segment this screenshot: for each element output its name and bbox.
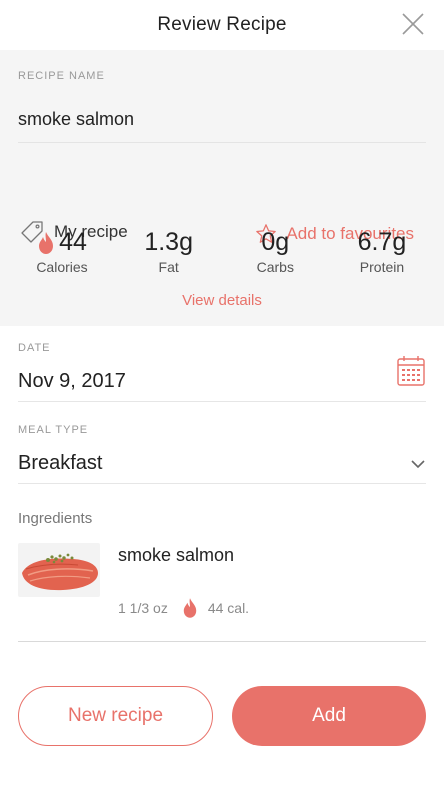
new-recipe-button[interactable]: New recipe [18, 686, 213, 746]
recipe-summary: RECIPE NAME smoke salmon My recipe Add t… [0, 50, 444, 326]
date-field[interactable]: DATE Nov 9, 2017 [18, 342, 426, 402]
ingredient-meta: 1 1/3 oz 44 cal. [118, 597, 249, 619]
meal-type-label: MEAL TYPE [18, 424, 89, 436]
carbs-caption: Carbs [256, 259, 294, 275]
recipe-name-field[interactable]: smoke salmon [18, 96, 426, 143]
divider [18, 641, 426, 642]
fat-value: 1.3g [144, 228, 193, 256]
nutrient-carbs: 0g Carbs [231, 228, 319, 275]
ingredient-name: smoke salmon [118, 545, 235, 565]
protein-caption: Protein [359, 259, 405, 275]
protein-value: 6.7g [357, 228, 407, 256]
chevron-down-icon[interactable] [410, 458, 426, 470]
carbs-value: 0g [261, 228, 290, 256]
recipe-name-value: smoke salmon [18, 108, 135, 129]
flame-icon [183, 598, 197, 618]
nutrient-calories: 44 Calories [18, 228, 106, 275]
ingredient-calories: 44 cal. [207, 600, 250, 616]
recipe-name-label: RECIPE NAME [18, 70, 105, 82]
add-button[interactable]: Add [232, 686, 426, 746]
calories-value: 44 [59, 228, 87, 256]
meal-type-value: Breakfast [18, 452, 103, 474]
ingredient-amount: 1 1/3 oz [118, 600, 168, 616]
fat-caption: Fat [158, 259, 179, 275]
salmon-image [18, 543, 100, 597]
divider [18, 401, 426, 402]
close-icon[interactable] [400, 11, 426, 37]
flame-icon [39, 231, 54, 254]
calendar-icon[interactable] [396, 355, 426, 387]
header: Review Recipe [0, 0, 444, 50]
date-label: DATE [18, 342, 51, 354]
divider [18, 483, 426, 484]
nutrient-protein: 6.7g Protein [338, 228, 426, 275]
view-details-link[interactable]: View details [0, 292, 444, 309]
meal-type-field[interactable]: MEAL TYPE Breakfast [18, 424, 426, 484]
nutrient-fat: 1.3g Fat [125, 228, 213, 275]
page-title: Review Recipe [157, 14, 287, 35]
nutrient-summary: 44 Calories 1.3g Fat 0g Carbs 6.7g Prote… [18, 228, 426, 275]
calories-caption: Calories [36, 259, 88, 275]
ingredients-label: Ingredients [18, 510, 93, 527]
date-value: Nov 9, 2017 [18, 370, 126, 392]
